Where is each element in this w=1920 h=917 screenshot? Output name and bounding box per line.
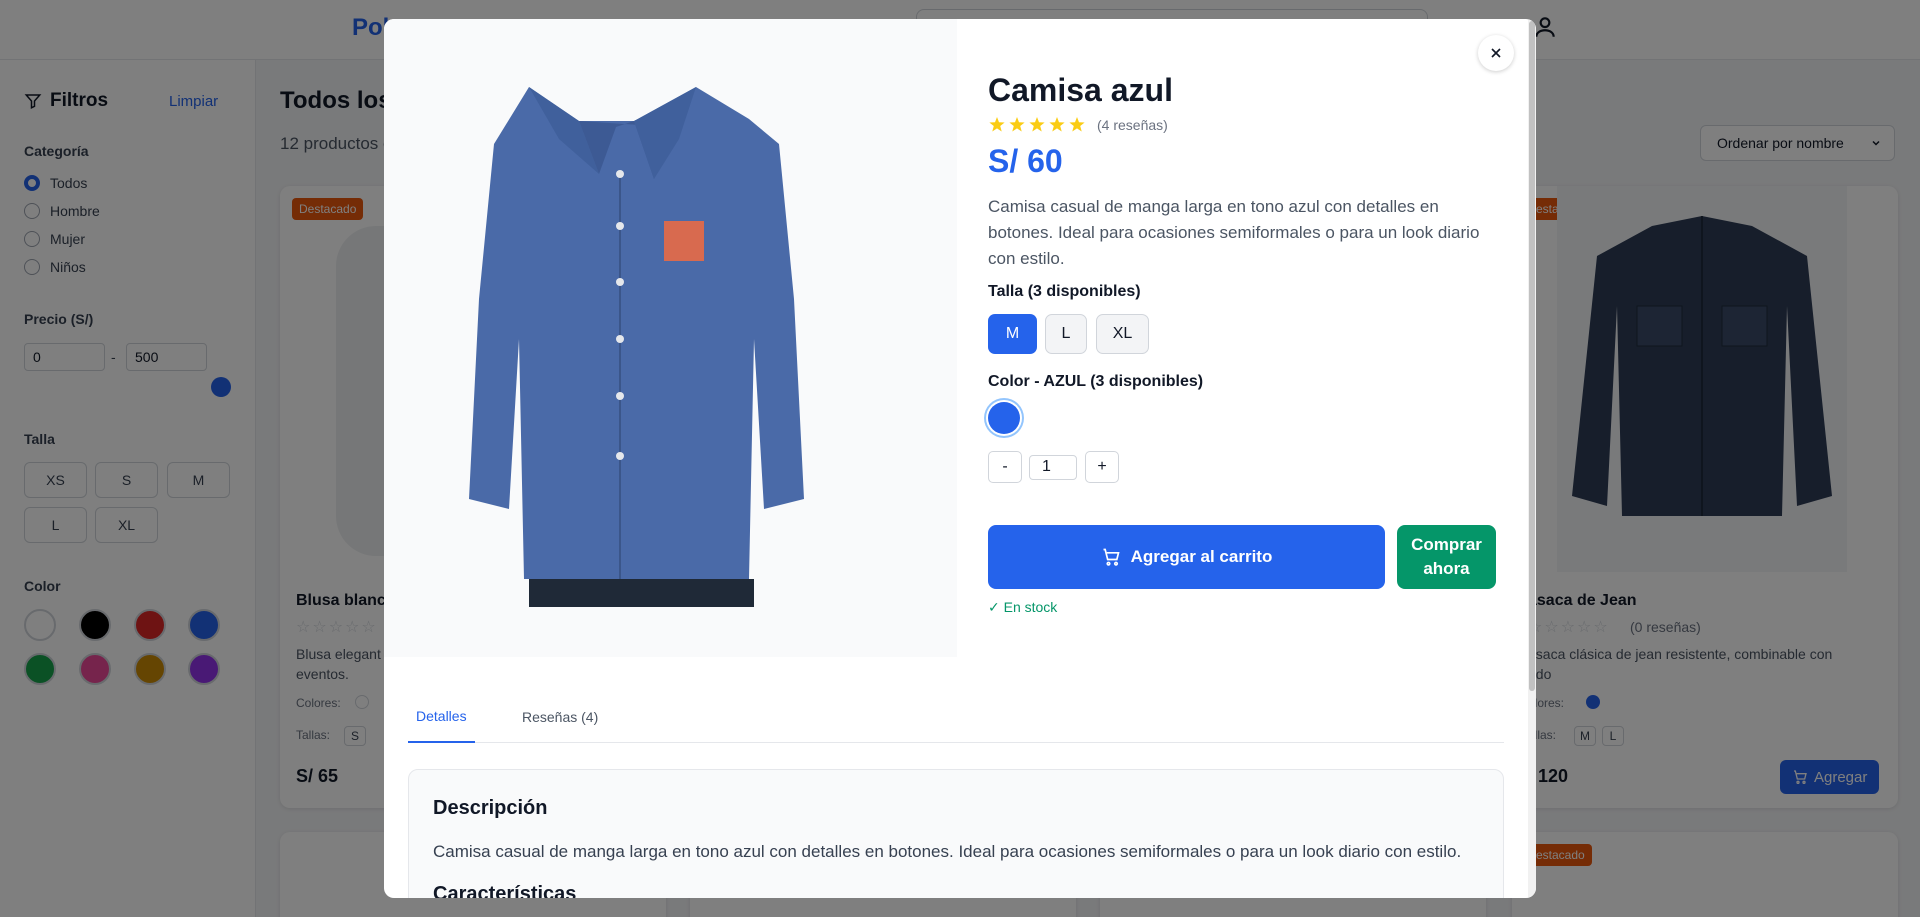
size-option-xl[interactable]: XL (1096, 314, 1149, 354)
close-button[interactable] (1478, 35, 1514, 71)
size-option-m[interactable]: M (988, 314, 1037, 354)
product-price: S/ 60 (988, 143, 1063, 179)
star-icon (989, 117, 1005, 132)
star-icons (989, 117, 1085, 132)
star-icon (1009, 117, 1025, 132)
add-to-cart-label: Agregar al carrito (1130, 547, 1273, 566)
qty-increment-button[interactable]: + (1085, 451, 1119, 483)
reviews-count: (4 reseñas) (1097, 117, 1168, 133)
product-description: Camisa casual de manga larga en tono azu… (988, 197, 1480, 268)
close-icon (1491, 48, 1501, 58)
product-title: Camisa azul (988, 72, 1173, 108)
scrollbar-thumb[interactable] (1529, 21, 1535, 691)
cart-icon (1103, 548, 1120, 566)
stock-status: ✓ En stock (988, 599, 1058, 615)
description-text: Camisa casual de manga larga en tono azu… (433, 842, 1462, 861)
buy-now-button[interactable]: Comprar ahora (1397, 525, 1496, 589)
product-image-pane (384, 19, 957, 657)
star-icon (1069, 117, 1085, 132)
quantity-input[interactable]: 1 (1029, 455, 1077, 480)
description-heading: Descripción (433, 797, 548, 819)
rating-stars: (4 reseñas) (988, 116, 1168, 134)
detail-tabs: Detalles Reseñas (4) (408, 691, 1504, 743)
pocket-patch (664, 221, 704, 261)
size-option-l[interactable]: L (1045, 314, 1087, 354)
size-label: Talla (3 disponibles) (988, 283, 1141, 300)
add-to-cart-button[interactable]: Agregar al carrito (988, 525, 1385, 589)
tab-detalles[interactable]: Detalles (408, 691, 475, 743)
star-icon (1049, 117, 1065, 132)
color-option-azul[interactable] (988, 402, 1020, 434)
qty-decrement-button[interactable]: - (988, 451, 1022, 483)
description-panel: Descripción Camisa casual de manga larga… (408, 769, 1504, 898)
product-modal: Camisa azul (4 reseñas) S/ 60 Camisa cas… (384, 19, 1536, 898)
color-label: Color - AZUL (3 disponibles) (988, 373, 1204, 390)
modal-scrollbar[interactable] (1528, 19, 1536, 898)
tab-resenas[interactable]: Reseñas (4) (514, 691, 606, 743)
star-icon (1029, 117, 1045, 132)
buy-now-label-2: ahora (1423, 559, 1470, 578)
product-image (469, 87, 804, 607)
buy-now-label-1: Comprar (1411, 535, 1482, 554)
features-heading: Características (433, 883, 577, 898)
